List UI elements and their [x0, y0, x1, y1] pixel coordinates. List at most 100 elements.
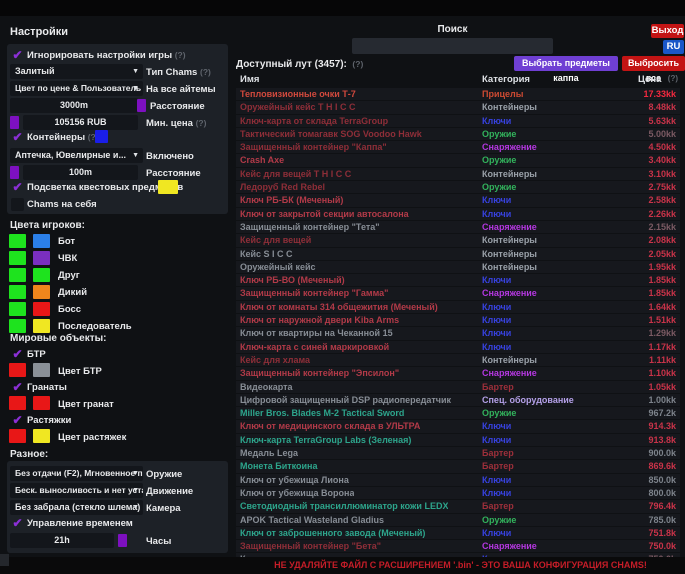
- grenades-color-swatch-2[interactable]: [33, 396, 50, 410]
- loot-table-row[interactable]: Защищенный контейнер "Каппа"Снаряжение4.…: [236, 141, 680, 153]
- loot-table-row[interactable]: Ключ-карта от склада TerraGroupКлючи5.63…: [236, 115, 680, 127]
- player-color-swatch-1[interactable]: [9, 319, 26, 333]
- distance-input[interactable]: 3000m: [10, 98, 138, 113]
- grenades-color-swatch-1[interactable]: [9, 396, 26, 410]
- loot-table-row[interactable]: APOK Tactical Wasteland GladiusОружие785…: [236, 514, 680, 526]
- enabled-filter-dropdown[interactable]: Аптечка, Ювелирные и...▼: [10, 148, 143, 163]
- loot-table-row[interactable]: Монета БиткоинаБартер869.6k: [236, 460, 680, 472]
- loot-table-row[interactable]: Ключ от убежища ЛионаКлючи850.0k: [236, 474, 680, 486]
- player-color-swatch-2[interactable]: [33, 285, 50, 299]
- chams-type-dropdown[interactable]: Залитый▼: [10, 64, 143, 79]
- loot-table-row[interactable]: Защищенный контейнер "Гамма"Снаряжение1.…: [236, 287, 680, 299]
- player-color-swatch-2[interactable]: [33, 268, 50, 282]
- loot-table-row[interactable]: ВидеокартаБартер1.05kk: [236, 381, 680, 393]
- item-name: Кейс для вещей T H I C C: [240, 168, 351, 180]
- loot-table-row[interactable]: Ледоруб Red RebelОружие2.75kk: [236, 181, 680, 193]
- hours-input[interactable]: 21h: [10, 533, 114, 548]
- hint-icon: (?): [352, 59, 363, 69]
- tripwires-color-swatch-1[interactable]: [9, 429, 26, 443]
- loot-table-row[interactable]: Crash AxeОружие3.40kk: [236, 154, 680, 166]
- loot-table-row[interactable]: Светодиодный трансиллюминатор кожи LEDXБ…: [236, 500, 680, 512]
- time-control-checkbox[interactable]: ✔: [11, 517, 24, 530]
- btr-color-swatch-1[interactable]: [9, 363, 26, 377]
- loot-table-row[interactable]: Ключ от заброшенного завода (Меченый)Клю…: [236, 527, 680, 539]
- item-category: Ключи: [482, 474, 511, 486]
- loot-table-row[interactable]: Медаль LegaБартер900.0k: [236, 447, 680, 459]
- player-color-label: Босс: [58, 304, 81, 315]
- loot-table-row[interactable]: Кейс для вещейКонтейнеры2.08kk: [236, 234, 680, 246]
- loot-table-row[interactable]: Кейс для вещей T H I C CКонтейнеры3.10kk: [236, 168, 680, 180]
- player-color-swatch-1[interactable]: [9, 268, 26, 282]
- min-price-input[interactable]: 105156 RUB: [23, 115, 138, 130]
- quest-highlight-color-swatch[interactable]: [158, 180, 178, 194]
- player-color-swatch-2[interactable]: [33, 319, 50, 333]
- loot-table-row[interactable]: Защищенный контейнер "Бета"Снаряжение750…: [236, 540, 680, 552]
- movement-dropdown[interactable]: Беск. выносливость и нет уста:▼: [10, 483, 143, 498]
- loot-table-row[interactable]: Кейс S I C CКонтейнеры2.05kk: [236, 248, 680, 260]
- column-header-price[interactable]: Цена: [638, 74, 661, 85]
- chams-self-checkbox[interactable]: [11, 198, 24, 211]
- player-color-swatch-2[interactable]: [33, 302, 50, 316]
- language-button[interactable]: RU: [663, 40, 684, 54]
- loot-table-row[interactable]: Ключ от медицинского склада в УЛЬТРАКлюч…: [236, 420, 680, 432]
- column-header-name[interactable]: Имя: [240, 74, 259, 85]
- player-color-swatch-1[interactable]: [9, 302, 26, 316]
- containers-checkbox[interactable]: ✔: [11, 131, 24, 144]
- item-price: 5.63kk: [648, 115, 676, 127]
- loot-table-row[interactable]: Тепловизионные очки Т-7Прицелы17.33kk: [236, 88, 680, 100]
- item-name: Ключ от медицинского склада в УЛЬТРА: [240, 420, 420, 432]
- all-items-dropdown[interactable]: Цвет по цене & Пользователь▼: [10, 81, 143, 96]
- loot-table-row[interactable]: Ключ от убежища ВоронаКлючи800.0k: [236, 487, 680, 499]
- item-category: Контейнеры: [482, 354, 537, 366]
- weapon-dropdown[interactable]: Без отдачи (F2), Мгновенное п▼: [10, 466, 143, 481]
- column-header-category[interactable]: Категория: [482, 74, 530, 85]
- min-price-color-swatch[interactable]: [10, 116, 19, 129]
- loot-table-row[interactable]: Кейс для хламаКонтейнеры1.11kk: [236, 354, 680, 366]
- player-color-swatch-1[interactable]: [9, 285, 26, 299]
- player-color-swatch-2[interactable]: [33, 234, 50, 248]
- item-name: Оружейный кейс: [240, 261, 316, 273]
- containers-color-swatch[interactable]: [95, 130, 108, 143]
- loot-table-row[interactable]: Оружейный кейс T H I C CКонтейнеры8.48kk: [236, 101, 680, 113]
- item-price: 1.05kk: [648, 381, 676, 393]
- loot-table-row[interactable]: Цифровой защищенный DSP радиопередатчикС…: [236, 394, 680, 406]
- loot-table-row[interactable]: Ключ РБ-ВО (Меченый)Ключи1.85kk: [236, 274, 680, 286]
- item-price: 1.29kk: [648, 327, 676, 339]
- exit-button[interactable]: Выход: [651, 24, 684, 38]
- search-input[interactable]: [352, 38, 553, 54]
- hours-color-swatch[interactable]: [118, 534, 127, 547]
- player-color-swatch-1[interactable]: [9, 251, 26, 265]
- camera-dropdown[interactable]: Без забрала (стекло шлема)▼: [10, 500, 143, 515]
- btr-checkbox[interactable]: ✔: [11, 348, 24, 361]
- distance2-color-swatch[interactable]: [10, 166, 19, 179]
- distance-color-swatch[interactable]: [137, 99, 146, 112]
- player-color-swatch-1[interactable]: [9, 234, 26, 248]
- loot-table: Тепловизионные очки Т-7Прицелы17.33kkОру…: [236, 88, 680, 557]
- discard-all-button[interactable]: Выбросить все: [622, 56, 685, 71]
- loot-table-row[interactable]: Оружейный кейсКонтейнеры1.95kk: [236, 261, 680, 273]
- item-category: Контейнеры: [482, 248, 537, 260]
- loot-table-row[interactable]: Защищенный контейнер "Тета"Снаряжение2.1…: [236, 221, 680, 233]
- loot-table-row[interactable]: Ключ-карта TerraGroup Labs (Зеленая)Ключ…: [236, 434, 680, 446]
- loot-table-row[interactable]: Тактический томагавк SOG Voodoo HawkОруж…: [236, 128, 680, 140]
- loot-table-row[interactable]: Ключ РБ-БК (Меченый)Ключи2.58kk: [236, 194, 680, 206]
- player-color-swatch-2[interactable]: [33, 251, 50, 265]
- select-kappa-items-button[interactable]: Выбрать предметы каппа: [514, 56, 618, 71]
- loot-table-row[interactable]: Ключ-карта с синей маркировкойКлючи1.17k…: [236, 341, 680, 353]
- btr-color-swatch-2[interactable]: [33, 363, 50, 377]
- item-name: Защищенный контейнер "Эпсилон": [240, 367, 399, 379]
- loot-table-row[interactable]: Ключ от комнаты 314 общежития (Меченый)К…: [236, 301, 680, 313]
- tripwires-checkbox[interactable]: ✔: [11, 414, 24, 427]
- min-price-label: Мин. цена (?): [146, 118, 206, 129]
- distance2-input[interactable]: 100m: [23, 165, 138, 180]
- loot-table-row[interactable]: Miller Bros. Blades M-2 Tactical SwordОр…: [236, 407, 680, 419]
- loot-table-row[interactable]: Защищенный контейнер "Эпсилон"Снаряжение…: [236, 367, 680, 379]
- loot-table-row[interactable]: Ключ от квартиры на Чеканной 15Ключи1.29…: [236, 327, 680, 339]
- item-name: Монета Биткоина: [240, 460, 318, 472]
- grenades-checkbox[interactable]: ✔: [11, 381, 24, 394]
- loot-table-row[interactable]: Ключ от закрытой секции автосалонаКлючи2…: [236, 208, 680, 220]
- loot-table-row[interactable]: Ключ от наружной двери Kiba ArmsКлючи1.5…: [236, 314, 680, 326]
- tripwires-color-swatch-2[interactable]: [33, 429, 50, 443]
- ignore-game-settings-checkbox[interactable]: ✔: [11, 49, 24, 62]
- quest-highlight-checkbox[interactable]: ✔: [11, 181, 24, 194]
